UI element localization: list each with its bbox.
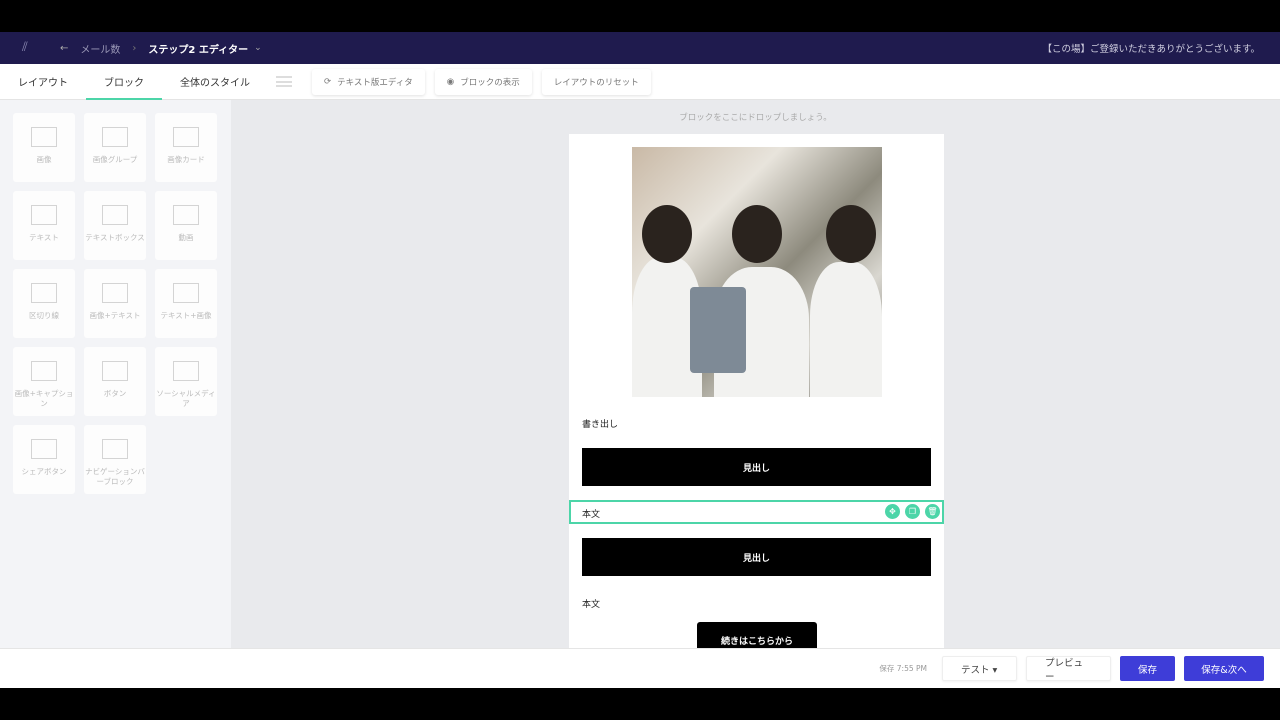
- block-icon: [31, 439, 57, 459]
- show-blocks-button[interactable]: ◉ ブロックの表示: [435, 69, 532, 95]
- email-canvas: ブロックをここにドロップしましょう。 書き出し 見出し 本文 ✥ ❐ 🗑 見出し…: [231, 100, 1280, 648]
- block-item[interactable]: ボタン: [84, 347, 146, 416]
- block-item[interactable]: 動画: [155, 191, 217, 260]
- block-icon: [31, 127, 57, 147]
- email-body: 書き出し 見出し 本文 ✥ ❐ 🗑 見出し 本文 続きはこちらから: [569, 134, 944, 648]
- chevron-down-icon[interactable]: ⌄: [254, 43, 262, 53]
- block-label: ボタン: [103, 389, 127, 398]
- toolbar: レイアウト ブロック 全体のスタイル ⟳ テキスト版エディタ ◉ ブロックの表示 レ…: [0, 64, 1280, 100]
- block-item[interactable]: 画像カード: [155, 113, 217, 182]
- delete-icon[interactable]: 🗑: [925, 504, 940, 519]
- breadcrumb-mail[interactable]: メール数: [80, 41, 120, 56]
- block-item[interactable]: 画像: [13, 113, 75, 182]
- intro-text[interactable]: 書き出し: [582, 417, 618, 430]
- block-label: 画像+キャプション: [14, 389, 74, 408]
- reset-layout-button[interactable]: レイアウトのリセット: [542, 69, 651, 95]
- save-next-button[interactable]: 保存&次へ: [1184, 656, 1264, 681]
- save-button[interactable]: 保存: [1120, 656, 1175, 681]
- block-icon: [102, 127, 128, 147]
- block-label: ソーシャルメディア: [156, 389, 216, 408]
- block-item[interactable]: 画像+テキスト: [84, 269, 146, 338]
- sync-icon: ⟳: [324, 76, 332, 87]
- block-icon: [102, 283, 128, 303]
- block-icon: [173, 127, 199, 147]
- block-item[interactable]: 画像+キャプション: [13, 347, 75, 416]
- block-item[interactable]: テキスト: [13, 191, 75, 260]
- block-item[interactable]: テキストボックス: [84, 191, 146, 260]
- duplicate-icon[interactable]: ❐: [905, 504, 920, 519]
- block-item[interactable]: テキスト+画像: [155, 269, 217, 338]
- block-icon: [31, 205, 57, 225]
- block-label: 動画: [178, 233, 194, 242]
- block-icon: [102, 439, 128, 459]
- breadcrumb-separator-icon: ›: [132, 42, 137, 54]
- saved-status: 保存 7:55 PM: [879, 664, 927, 673]
- email-subject: 【この場】ご登録いただきありがとうございます。: [1042, 44, 1260, 55]
- block-icon: [102, 361, 128, 381]
- body-text-2[interactable]: 本文: [582, 597, 600, 610]
- block-item[interactable]: ナビゲーションバーブロック: [84, 425, 146, 494]
- block-icon: [102, 205, 128, 225]
- block-item[interactable]: 画像グループ: [84, 113, 146, 182]
- block-label: 画像グループ: [92, 155, 138, 164]
- block-icon: [173, 205, 199, 225]
- block-label: ナビゲーションバーブロック: [85, 467, 145, 486]
- top-nav: ⫽ ← メール数 › ステップ2 エディター ⌄ 【この場】ご登録いただきありが…: [0, 32, 1280, 64]
- block-item[interactable]: 区切り線: [13, 269, 75, 338]
- drop-hint: ブロックをここにドロップしましょう。: [679, 113, 832, 123]
- body-text-1[interactable]: 本文: [582, 507, 600, 520]
- show-blocks-label: ブロックの表示: [460, 77, 520, 88]
- hero-image[interactable]: [632, 147, 882, 397]
- tab-blocks[interactable]: ブロック: [86, 64, 162, 100]
- tab-layout[interactable]: レイアウト: [0, 64, 86, 100]
- preview-button[interactable]: プレビュー: [1026, 656, 1111, 683]
- back-arrow-icon[interactable]: ←: [60, 43, 68, 54]
- block-label: テキスト: [29, 233, 59, 242]
- block-icon: [31, 283, 57, 303]
- block-label: 区切り線: [29, 311, 59, 320]
- block-icon: [173, 283, 199, 303]
- block-palette: 画像 画像グループ 画像カードテキスト テキストボックス 動画区切り線 画像+テキスト テキ…: [0, 100, 231, 648]
- eye-icon: ◉: [446, 76, 455, 87]
- block-label: テキストボックス: [85, 233, 145, 242]
- block-label: シェアボタン: [21, 467, 67, 476]
- step-title[interactable]: ステップ2 エディター: [148, 41, 248, 56]
- block-label: テキスト+画像: [160, 311, 212, 320]
- block-label: 画像+テキスト: [89, 311, 141, 320]
- test-dropdown[interactable]: テスト ▾: [942, 656, 1017, 681]
- reset-layout-label: レイアウトのリセット: [553, 77, 639, 88]
- text-editor-button[interactable]: ⟳ テキスト版エディタ: [312, 69, 425, 95]
- menu-icon[interactable]: [276, 76, 292, 87]
- selected-body-block[interactable]: 本文 ✥ ❐ 🗑: [569, 500, 944, 524]
- block-item[interactable]: ソーシャルメディア: [155, 347, 217, 416]
- heading-block-2[interactable]: 見出し: [582, 538, 931, 576]
- footer-bar: 保存 7:55 PM テスト ▾ プレビュー 保存 保存&次へ: [0, 648, 1280, 688]
- block-icon: [173, 361, 199, 381]
- block-item[interactable]: シェアボタン: [13, 425, 75, 494]
- heading-block-1[interactable]: 見出し: [582, 448, 931, 486]
- tab-global-style[interactable]: 全体のスタイル: [162, 64, 268, 100]
- block-label: 画像カード: [167, 155, 205, 164]
- cta-button[interactable]: 続きはこちらから: [697, 622, 817, 648]
- block-label: 画像: [36, 155, 52, 164]
- move-icon[interactable]: ✥: [885, 504, 900, 519]
- logo-icon[interactable]: ⫽: [22, 41, 36, 55]
- text-editor-label: テキスト版エディタ: [337, 77, 413, 88]
- block-icon: [31, 361, 57, 381]
